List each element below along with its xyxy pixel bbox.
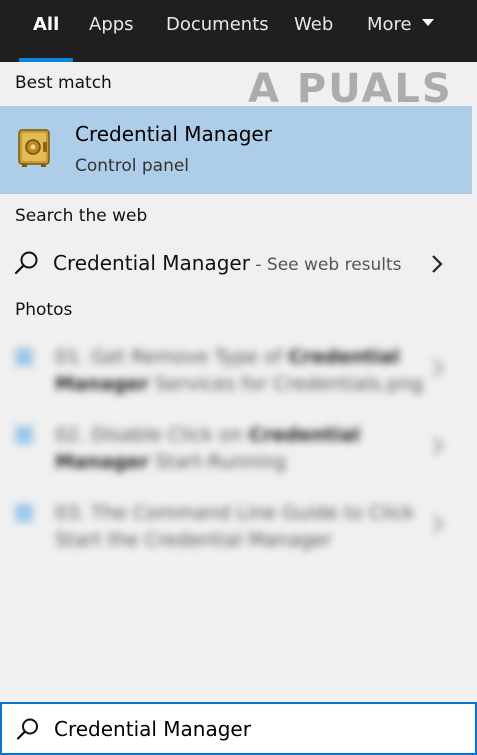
search-input[interactable] (54, 712, 464, 746)
photo-result-line2: Start the Credential Manager (55, 529, 332, 551)
photo-result-line1: 01. Get Remove Type of Credential (55, 346, 400, 368)
search-icon (16, 718, 38, 740)
search-box[interactable] (0, 702, 477, 755)
photo-title-bold: Credential (248, 424, 360, 446)
search-filter-tabbar: All Apps Documents Web More (0, 0, 477, 62)
photo-icon (15, 348, 33, 366)
photo-result-line1: 03. The Command Line Guide to Click (55, 502, 414, 524)
section-best-match-label: Best match (15, 73, 112, 93)
photo-result-line1: 02. Disable Click on Credential (55, 424, 360, 446)
photo-result[interactable]: 03. The Command Line Guide to Click Star… (0, 496, 477, 562)
chevron-down-icon (421, 18, 434, 26)
tab-more[interactable]: More (367, 0, 434, 62)
tab-apps[interactable]: Apps (89, 0, 134, 62)
tab-documents[interactable]: Documents (166, 0, 269, 62)
photo-result-line2: Manager Start-Running (55, 451, 286, 473)
photo-result[interactable]: 02. Disable Click on Credential Manager … (0, 418, 477, 484)
search-icon (14, 251, 38, 275)
chevron-right-icon (433, 515, 444, 533)
section-photos-label: Photos (15, 300, 73, 320)
photo-icon (15, 504, 33, 522)
photo-title-text: 03. The Command Line Guide to Click (55, 502, 415, 524)
web-search-result[interactable]: Credential Manager - See web results (0, 240, 477, 288)
photo-title-bold: Manager (55, 373, 149, 395)
tab-web[interactable]: Web (294, 0, 333, 62)
credential-manager-safe-icon (18, 129, 50, 167)
photo-title-bold: Credential (288, 346, 400, 368)
web-result-title: Credential Manager (53, 251, 250, 275)
best-match-result[interactable]: Credential Manager Control panel (0, 106, 472, 194)
chevron-right-icon (432, 255, 443, 273)
web-result-subtitle: - See web results (249, 255, 402, 275)
photo-icon (15, 426, 33, 444)
photo-title-text: Services for Credentials.png (148, 373, 424, 395)
photo-title-text: Start-Running (148, 451, 287, 473)
chevron-right-icon (433, 359, 444, 377)
section-search-web-label: Search the web (15, 206, 148, 226)
tab-all[interactable]: All (18, 0, 74, 62)
photo-title-bold: Manager (55, 451, 149, 473)
watermark-logo: A PUALS (248, 66, 453, 112)
photo-title-text: Start the Credential Manager (55, 529, 332, 551)
tab-more-label: More (367, 14, 412, 35)
best-match-subtitle: Control panel (75, 156, 190, 176)
photo-title-text: 01. Get Remove Type of (55, 346, 289, 368)
best-match-title: Credential Manager (75, 122, 272, 146)
chevron-right-icon (433, 437, 444, 455)
photo-result[interactable]: 01. Get Remove Type of Credential Manage… (0, 340, 477, 406)
photo-result-line2: Manager Services for Credentials.png (55, 373, 423, 395)
photo-title-text: 02. Disable Click on (55, 424, 249, 446)
